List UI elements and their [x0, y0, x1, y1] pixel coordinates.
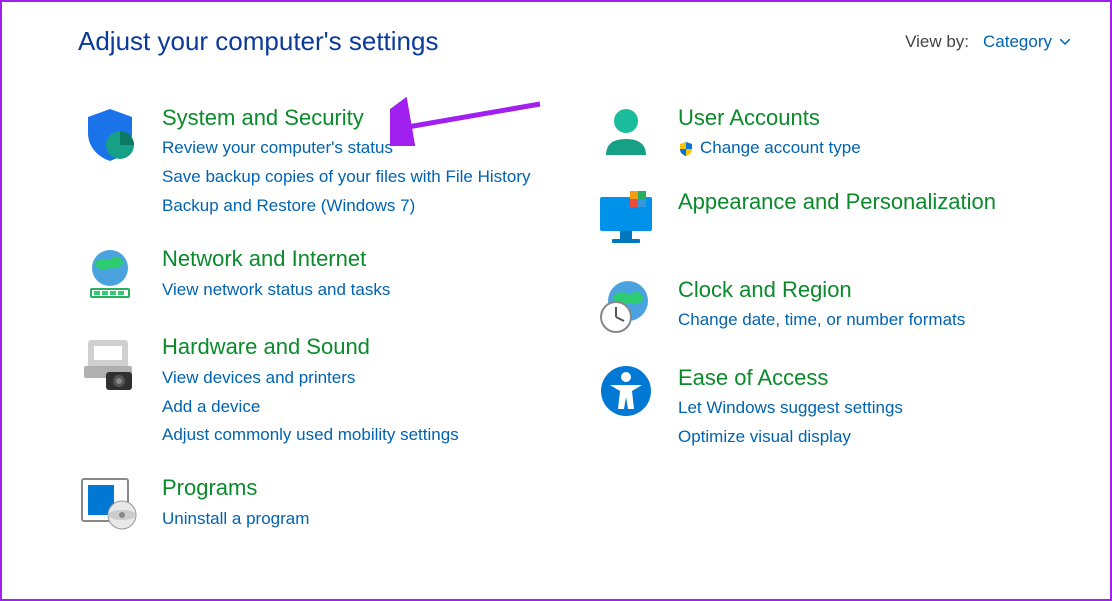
link-change-account-type-text: Change account type — [700, 137, 861, 160]
categories-grid: System and Security Review your computer… — [78, 105, 1070, 531]
view-by-control: View by: Category — [905, 32, 1070, 52]
category-user-accounts: User Accounts Change account type — [594, 105, 1070, 161]
category-title-appearance[interactable]: Appearance and Personalization — [678, 189, 996, 215]
category-title-hardware[interactable]: Hardware and Sound — [162, 334, 370, 360]
category-hardware-sound: Hardware and Sound View devices and prin… — [78, 334, 554, 447]
link-file-history[interactable]: Save backup copies of your files with Fi… — [162, 166, 554, 189]
link-backup-restore[interactable]: Backup and Restore (Windows 7) — [162, 195, 554, 218]
right-column: User Accounts Change account type — [594, 105, 1070, 531]
control-panel-window: Adjust your computer's settings View by:… — [0, 0, 1112, 601]
printer-camera-icon — [78, 334, 142, 394]
link-uninstall-program[interactable]: Uninstall a program — [162, 508, 554, 531]
programs-icon — [78, 475, 142, 531]
category-title-user-accounts[interactable]: User Accounts — [678, 105, 820, 131]
category-title-system-security[interactable]: System and Security — [162, 105, 364, 131]
category-programs: Programs Uninstall a program — [78, 475, 554, 531]
category-system-security: System and Security Review your computer… — [78, 105, 554, 218]
view-by-dropdown[interactable]: Category — [983, 32, 1070, 52]
uac-shield-icon — [678, 141, 694, 157]
link-add-device[interactable]: Add a device — [162, 396, 554, 419]
category-title-ease-of-access[interactable]: Ease of Access — [678, 365, 828, 391]
shield-icon — [78, 105, 142, 165]
chevron-down-icon — [1060, 39, 1070, 45]
link-date-time-formats[interactable]: Change date, time, or number formats — [678, 309, 1070, 332]
category-ease-of-access: Ease of Access Let Windows suggest setti… — [594, 365, 1070, 449]
link-change-account-type[interactable]: Change account type — [678, 137, 1070, 160]
link-review-status[interactable]: Review your computer's status — [162, 137, 554, 160]
user-icon — [594, 105, 658, 161]
clock-globe-icon — [594, 277, 658, 337]
link-mobility-settings[interactable]: Adjust commonly used mobility settings — [162, 424, 554, 447]
category-clock-region: Clock and Region Change date, time, or n… — [594, 277, 1070, 337]
link-optimize-display[interactable]: Optimize visual display — [678, 426, 1070, 449]
header: Adjust your computer's settings View by:… — [78, 26, 1070, 57]
view-by-label: View by: — [905, 32, 969, 52]
category-appearance: Appearance and Personalization — [594, 189, 1070, 249]
accessibility-icon — [594, 365, 658, 417]
category-network-internet: Network and Internet View network status… — [78, 246, 554, 306]
category-title-clock-region[interactable]: Clock and Region — [678, 277, 852, 303]
category-title-network[interactable]: Network and Internet — [162, 246, 366, 272]
link-devices-printers[interactable]: View devices and printers — [162, 367, 554, 390]
view-by-value: Category — [983, 32, 1052, 52]
monitor-icon — [594, 189, 658, 249]
link-network-status[interactable]: View network status and tasks — [162, 279, 554, 302]
page-title: Adjust your computer's settings — [78, 26, 438, 57]
link-suggest-settings[interactable]: Let Windows suggest settings — [678, 397, 1070, 420]
left-column: System and Security Review your computer… — [78, 105, 554, 531]
globe-icon — [78, 246, 142, 306]
category-title-programs[interactable]: Programs — [162, 475, 257, 501]
